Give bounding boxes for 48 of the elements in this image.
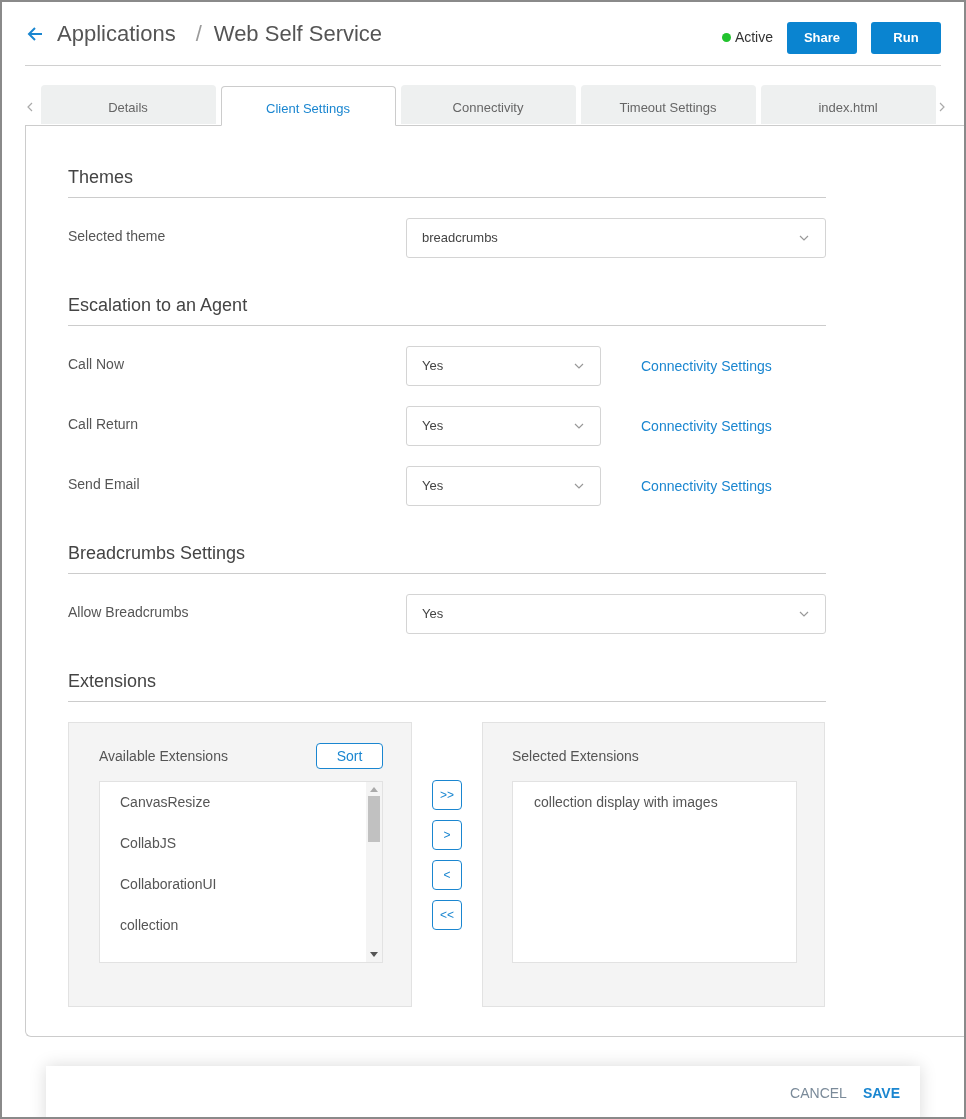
- tab[interactable]: Timeout Settings: [580, 85, 756, 124]
- section-heading: Themes: [68, 164, 826, 198]
- field-label: Selected theme: [68, 226, 167, 246]
- connectivity-settings-link[interactable]: Connectivity Settings: [641, 415, 772, 437]
- cancel-button[interactable]: CANCEL: [790, 1082, 847, 1104]
- tab[interactable]: Details: [40, 85, 216, 124]
- move-button[interactable]: <: [432, 860, 462, 890]
- tab[interactable]: Connectivity: [400, 85, 576, 124]
- save-button[interactable]: SAVE: [862, 1082, 900, 1104]
- panel-title: Available Extensions: [99, 746, 228, 766]
- tab[interactable]: Client Settings: [220, 86, 396, 126]
- field-label: Call Now: [68, 354, 125, 374]
- sort-button[interactable]: Sort: [316, 743, 383, 769]
- page-title: Web Self Service: [213, 20, 383, 48]
- list-item[interactable]: collection: [120, 915, 366, 956]
- dropdown[interactable]: breadcrumbs: [406, 218, 826, 258]
- connectivity-settings-link[interactable]: Connectivity Settings: [641, 475, 772, 497]
- tab[interactable]: index.html: [760, 85, 936, 124]
- breadcrumb-link[interactable]: Applications: [57, 17, 176, 50]
- list-item[interactable]: collection display with images: [534, 792, 796, 833]
- section-heading: Escalation to an Agent: [68, 292, 826, 326]
- section-heading: Breadcrumbs Settings: [68, 540, 826, 574]
- list-item[interactable]: CollaborationUI: [120, 874, 366, 915]
- dropdown[interactable]: Yes: [406, 406, 601, 446]
- list-item[interactable]: CanvasResize: [120, 792, 366, 833]
- breadcrumb-separator: /: [195, 20, 202, 48]
- list-item[interactable]: CollabJS: [120, 833, 366, 874]
- available-extensions-list[interactable]: CanvasResize CollabJS CollaborationUI collection: [99, 781, 383, 963]
- connectivity-settings-link[interactable]: Connectivity Settings: [641, 355, 772, 377]
- move-button[interactable]: <<: [432, 900, 462, 930]
- move-button[interactable]: >>: [432, 780, 462, 810]
- section-heading: Extensions: [68, 668, 826, 702]
- selected-extensions-list[interactable]: collection display with images: [512, 781, 797, 963]
- dropdown[interactable]: Yes: [406, 594, 826, 634]
- move-button[interactable]: >: [432, 820, 462, 850]
- field-label: Call Return: [68, 414, 140, 434]
- dropdown[interactable]: Yes: [406, 346, 601, 386]
- dropdown[interactable]: Yes: [406, 466, 601, 506]
- scroll-down-icon[interactable]: [370, 952, 378, 958]
- panel-title: Selected Extensions: [512, 746, 640, 766]
- field-label: Allow Breadcrumbs: [68, 602, 190, 622]
- field-label: Send Email: [68, 474, 141, 494]
- scrollbar[interactable]: [366, 782, 382, 962]
- status-label: Active: [734, 28, 773, 47]
- scroll-up-icon[interactable]: [370, 786, 378, 792]
- share-button[interactable]: Share: [787, 21, 857, 54]
- run-button[interactable]: Run: [871, 21, 941, 54]
- scrollbar-thumb[interactable]: [368, 796, 380, 842]
